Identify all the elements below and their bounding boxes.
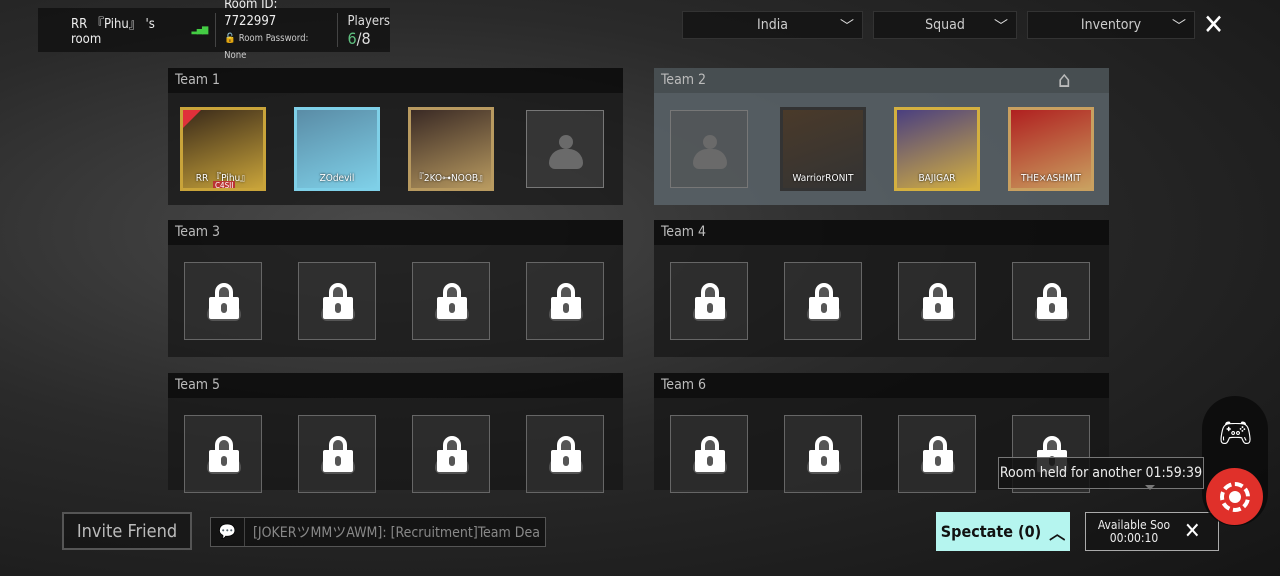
record-button[interactable] — [1206, 468, 1263, 525]
locked-slot[interactable] — [670, 262, 748, 340]
locked-slot[interactable] — [784, 262, 862, 340]
lock-icon — [551, 436, 581, 472]
locked-slot[interactable] — [412, 415, 490, 493]
locked-slot[interactable] — [526, 415, 604, 493]
person-icon — [693, 135, 727, 171]
player-name: THE×ASHMIT — [1020, 173, 1082, 184]
lock-icon — [1037, 283, 1067, 319]
mode-dropdown[interactable]: Squad ﹀ — [873, 11, 1017, 39]
locked-slot[interactable] — [898, 262, 976, 340]
close-icon[interactable]: ✕ — [1203, 10, 1224, 40]
team-label: Team 4 — [654, 220, 1109, 245]
lock-icon — [209, 436, 239, 472]
room-name: RR 『Pihu』 's room — [71, 17, 155, 47]
locked-slot[interactable] — [898, 415, 976, 493]
empty-slot[interactable] — [526, 110, 604, 188]
lock-icon — [809, 436, 839, 472]
team-label: Team 3 — [168, 220, 623, 245]
available-panel: Available Soo 00:00:10 ✕ — [1085, 512, 1219, 551]
player-tag: C4SII — [213, 181, 236, 190]
player-avatar[interactable]: THE×ASHMIT — [1008, 107, 1094, 191]
player-avatar[interactable]: RR 『Pihu』 C4SII — [180, 107, 266, 191]
locked-slot[interactable] — [184, 262, 262, 340]
signal-icon: ▂▄▆ — [191, 25, 208, 35]
gamepad-icon[interactable]: 🎮︎ — [1218, 416, 1254, 449]
inventory-dropdown[interactable]: Inventory ﹀ — [1027, 11, 1195, 39]
region-value: India — [757, 17, 788, 33]
team-label: Team 2 — [654, 68, 1109, 93]
chat-icon: 💬 — [211, 518, 245, 546]
locked-slot[interactable] — [298, 262, 376, 340]
player-name: WarriorRONIT — [792, 173, 854, 184]
team-label: Team 1 — [168, 68, 623, 93]
team-panel-1: Team 1 RR 『Pihu』 C4SII ZOdevil 『2KO⊶NOOB』 — [168, 68, 623, 205]
player-name: 『2KO⊶NOOB』 — [413, 173, 489, 184]
chevron-down-icon: ﹀ — [840, 19, 854, 35]
region-dropdown[interactable]: India ﹀ — [682, 11, 863, 39]
locked-slot[interactable] — [784, 415, 862, 493]
mode-value: Squad — [925, 17, 965, 33]
room-info-panel: RR 『Pihu』 's room ▂▄▆ Room ID: 7722997 🔓… — [38, 0, 391, 61]
person-icon — [549, 135, 583, 171]
home-icon: ⌂ — [1058, 68, 1071, 93]
invite-friend-button[interactable]: Invite Friend — [62, 512, 192, 550]
locked-slot[interactable] — [1012, 262, 1090, 340]
lock-icon — [323, 283, 353, 319]
lock-icon — [695, 283, 725, 319]
locked-slot[interactable] — [298, 415, 376, 493]
chevron-up-icon: ︿ — [1049, 523, 1066, 543]
players-label: Players — [347, 14, 391, 29]
lock-icon — [695, 436, 725, 472]
chevron-down-icon: ﹀ — [1172, 19, 1186, 35]
lock-icon — [209, 283, 239, 319]
locked-slot[interactable] — [526, 262, 604, 340]
player-avatar[interactable]: 『2KO⊶NOOB』 — [408, 107, 494, 191]
host-icon — [183, 110, 201, 128]
team-panel-3: Team 3 — [168, 220, 623, 357]
lock-icon — [437, 283, 467, 319]
lock-icon — [923, 436, 953, 472]
lock-icon — [809, 283, 839, 319]
team-panel-4: Team 4 — [654, 220, 1109, 357]
players-current: 6 — [347, 29, 357, 48]
empty-slot[interactable] — [670, 110, 748, 188]
spectate-button[interactable]: Spectate (0) ︿ — [936, 512, 1070, 551]
team-label: Team 5 — [168, 373, 623, 398]
team-panel-5: Team 5 — [168, 373, 623, 493]
close-icon[interactable]: ✕ — [1184, 519, 1201, 544]
chevron-down-icon: ﹀ — [994, 19, 1008, 35]
locked-slot[interactable] — [412, 262, 490, 340]
player-avatar[interactable]: ZOdevil — [294, 107, 380, 191]
chat-bar[interactable]: 💬 [JOKERツMMツAWM]: [Recruitment]Team Dea — [210, 517, 546, 547]
player-avatar[interactable]: BAJIGAR — [894, 107, 980, 191]
lock-icon — [551, 283, 581, 319]
players-max: /8 — [356, 29, 371, 48]
available-timer: 00:00:10 — [1109, 530, 1159, 545]
player-name: ZOdevil — [319, 173, 355, 184]
available-label: Available Soo — [1097, 517, 1171, 532]
record-icon — [1219, 481, 1250, 512]
chat-message: [JOKERツMMツAWM]: [Recruitment]Team Dea — [253, 525, 540, 541]
inventory-value: Inventory — [1080, 17, 1142, 33]
team-panel-2: Team 2 WarriorRONIT BAJIGAR THE×ASHMIT — [654, 68, 1109, 205]
player-avatar[interactable]: WarriorRONIT — [780, 107, 866, 191]
locked-slot[interactable] — [184, 415, 262, 493]
lock-icon — [323, 436, 353, 472]
player-name: BAJIGAR — [918, 173, 956, 184]
unlock-icon: 🔓 — [224, 33, 236, 44]
team-label: Team 6 — [654, 373, 1109, 398]
locked-slot[interactable] — [670, 415, 748, 493]
lock-icon — [923, 283, 953, 319]
lock-icon — [437, 436, 467, 472]
room-held-tooltip: Room held for another 01:59:39 — [998, 457, 1204, 490]
room-id: Room ID: 7722997 — [224, 0, 278, 29]
room-password: Room Password: None — [224, 33, 309, 61]
spectate-label: Spectate (0) — [940, 522, 1042, 541]
